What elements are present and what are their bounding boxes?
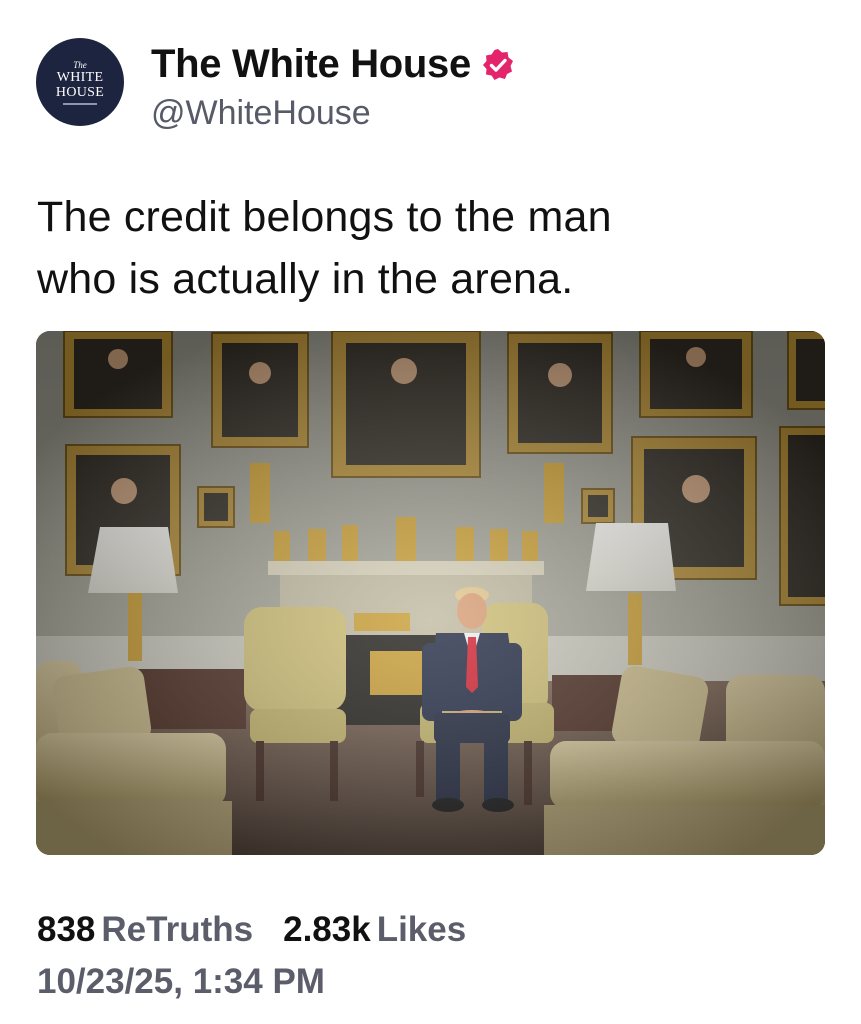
likes-count: 2.83k <box>283 910 371 949</box>
avatar[interactable]: The WHITE HOUSE <box>36 38 124 126</box>
likes-label: Likes <box>376 910 467 949</box>
avatar-text-white: WHITE <box>56 69 104 85</box>
engagement-stats: 838 ReTruths 2.83k Likes <box>37 910 466 950</box>
post-image[interactable] <box>36 331 825 855</box>
likes-stat[interactable]: 2.83k Likes <box>283 910 466 950</box>
retruths-label: ReTruths <box>101 910 254 949</box>
post-timestamp: 10/23/25, 1:34 PM <box>37 962 325 1001</box>
post-text-line-1: The credit belongs to the man <box>37 193 612 241</box>
avatar-text-house: HOUSE <box>55 84 105 100</box>
post-text-line-2: who is actually in the arena. <box>37 255 574 303</box>
verified-badge-icon <box>481 48 515 82</box>
post-text: The credit belongs to the man who is act… <box>37 186 817 310</box>
author-handle[interactable]: @WhiteHouse <box>151 94 371 133</box>
avatar-divider <box>63 102 97 105</box>
retruths-stat[interactable]: 838 ReTruths <box>37 910 253 950</box>
avatar-text-the: The <box>73 59 87 70</box>
display-name[interactable]: The White House <box>151 42 471 87</box>
author-name-row: The White House <box>151 42 515 87</box>
retruths-count: 838 <box>37 910 96 949</box>
